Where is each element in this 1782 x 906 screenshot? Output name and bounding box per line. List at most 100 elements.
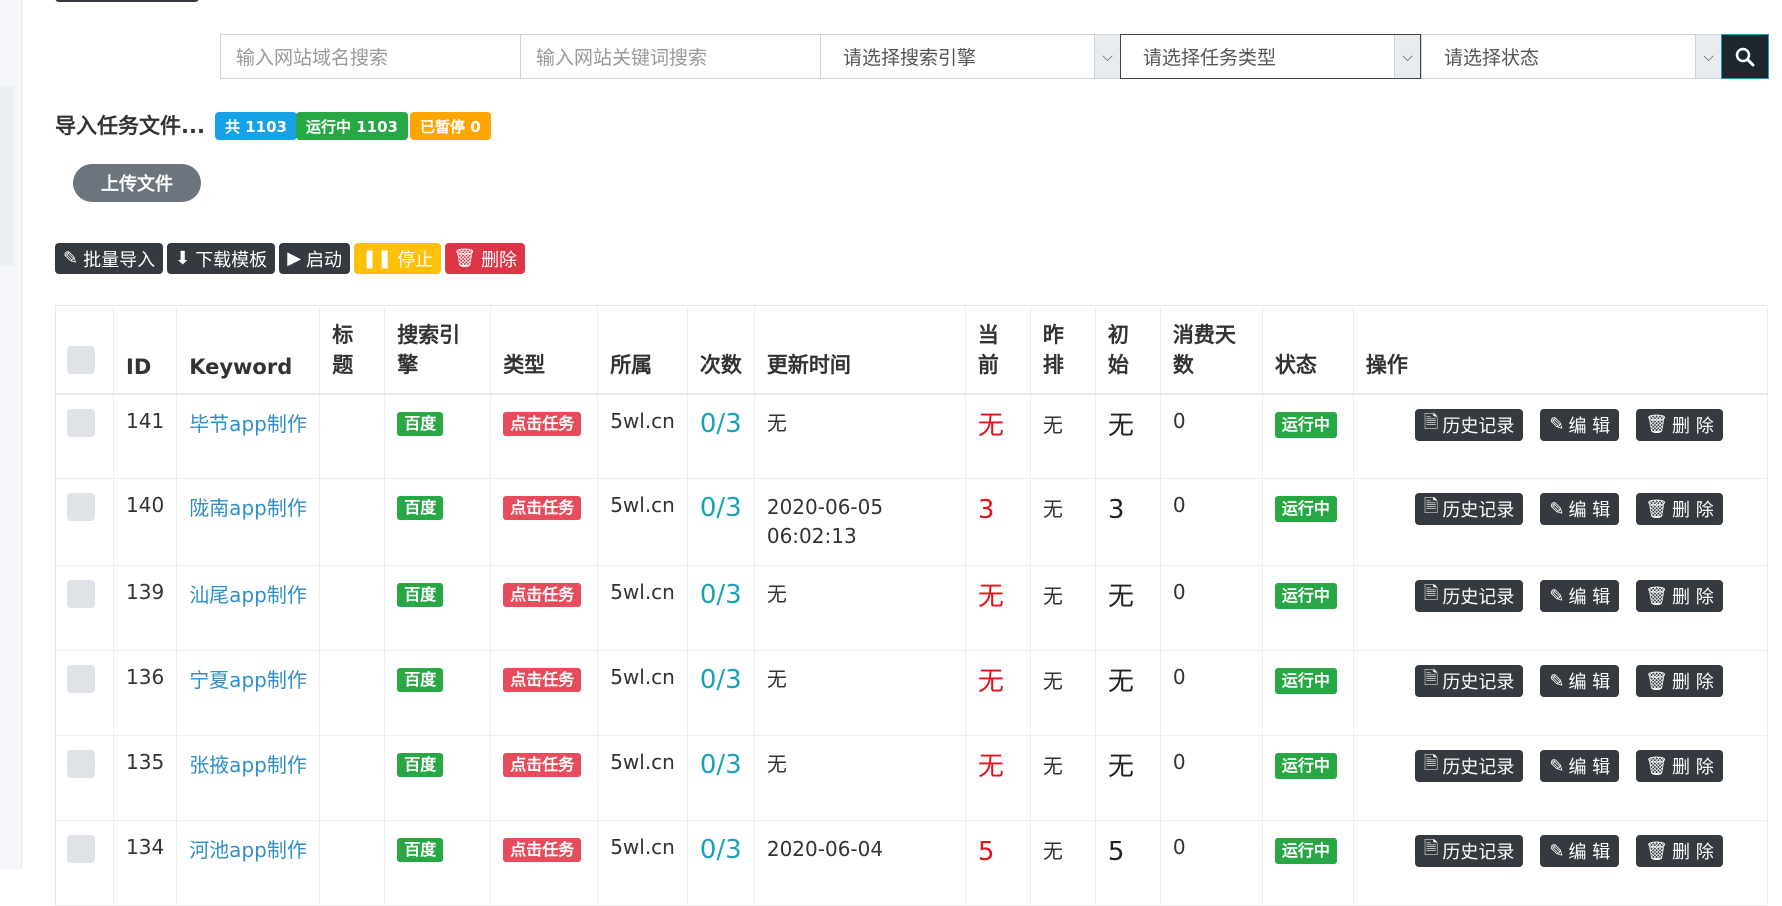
history-button[interactable]: 🗎 历史记录 (1414, 665, 1524, 697)
row-keyword-link[interactable]: 河池app制作 (189, 838, 307, 862)
top-button[interactable] (55, 0, 199, 2)
status-select[interactable]: 请选择状态 ⌵ (1421, 34, 1721, 79)
edit-button[interactable]: ✎ 编 辑 (1540, 493, 1620, 525)
row-updated-cell: 无 (754, 393, 966, 479)
row-updated: 无 (766, 582, 787, 606)
engine-select-value: 请选择搜索引擎 (843, 47, 977, 69)
edit-button[interactable]: ✎ 编 辑 (1540, 580, 1620, 612)
upload-button[interactable]: 上传文件 (73, 164, 201, 202)
row-id: 134 (113, 820, 178, 906)
row-status-cell: 运行中 (1262, 820, 1354, 906)
row-keyword-link[interactable]: 汕尾app制作 (189, 583, 307, 607)
trash-icon: 🗑 (1645, 840, 1669, 862)
row-delete-button[interactable]: 🗑 删 除 (1636, 750, 1723, 782)
sidebar (0, 0, 22, 869)
row-engine-cell: 百度 (384, 478, 492, 566)
start-button[interactable]: ▶ 启动 (279, 243, 351, 274)
row-count: 0/3 (699, 580, 742, 610)
row-engine-cell: 百度 (384, 393, 492, 479)
edit-button[interactable]: ✎ 编 辑 (1540, 665, 1620, 697)
file-icon: 🗎 (1423, 838, 1439, 859)
row-checkbox[interactable] (67, 408, 95, 437)
history-button[interactable]: 🗎 历史记录 (1414, 580, 1524, 612)
row-initial: 无 (1107, 667, 1134, 697)
row-actions: 🗎 历史记录 ✎ 编 辑 🗑 删 除 (1366, 835, 1755, 867)
row-delete-label: 删 除 (1672, 842, 1714, 863)
task-type-select-value: 请选择任务类型 (1143, 47, 1277, 69)
row-delete-button[interactable]: 🗑 删 除 (1636, 665, 1723, 697)
edit-icon: ✎ (1549, 670, 1565, 692)
engine-badge: 百度 (397, 411, 444, 436)
row-type-cell: 点击任务 (490, 565, 599, 651)
row-count-cell: 0/3 (687, 565, 755, 651)
row-keyword-link[interactable]: 毕节app制作 (189, 412, 307, 436)
history-label: 历史记录 (1442, 415, 1515, 437)
row-checkbox[interactable] (67, 580, 95, 608)
row-id: 136 (113, 650, 178, 736)
history-button[interactable]: 🗎 历史记录 (1414, 408, 1524, 441)
download-icon: ⬇ (175, 248, 191, 269)
type-badge: 点击任务 (503, 838, 582, 862)
row-initial-cell: 无 (1095, 735, 1161, 821)
delete-button[interactable]: 🗑 删除 (445, 243, 526, 274)
engine-select[interactable]: 请选择搜索引擎 ⌵ (820, 34, 1120, 79)
edit-button[interactable]: ✎ 编 辑 (1540, 408, 1620, 441)
row-yesterday: 无 (1030, 820, 1096, 906)
row-engine-cell: 百度 (384, 650, 492, 736)
row-count-cell: 0/3 (687, 393, 755, 479)
history-label: 历史记录 (1442, 672, 1515, 693)
download-template-button[interactable]: ⬇ 下载模板 (167, 243, 276, 274)
keyword-search-input[interactable]: 输入网站关键词搜索 (520, 34, 820, 79)
status-badge: 运行中 (1274, 411, 1337, 438)
domain-search-input[interactable]: 输入网站域名搜索 (220, 34, 520, 79)
status-badge: 运行中 (1274, 668, 1337, 694)
row-id: 135 (113, 735, 178, 821)
edit-icon: ✎ (1549, 414, 1565, 435)
select-all-checkbox[interactable] (67, 345, 95, 374)
row-title (319, 565, 386, 651)
row-delete-button[interactable]: 🗑 删 除 (1636, 835, 1723, 867)
row-days: 0 (1160, 820, 1263, 906)
row-checkbox[interactable] (67, 493, 95, 521)
row-updated-cell: 2020-06-04 (754, 820, 966, 906)
history-button[interactable]: 🗎 历史记录 (1414, 493, 1524, 525)
edit-button[interactable]: ✎ 编 辑 (1540, 835, 1620, 867)
edit-button[interactable]: ✎ 编 辑 (1540, 750, 1620, 782)
status-select-value: 请选择状态 (1444, 47, 1540, 69)
history-button[interactable]: 🗎 历史记录 (1414, 750, 1524, 782)
row-yesterday: 无 (1030, 650, 1096, 736)
row-engine-cell: 百度 (384, 565, 492, 651)
row-initial-cell: 3 (1095, 478, 1161, 566)
row-current-cell: 无 (965, 393, 1031, 479)
history-label: 历史记录 (1442, 757, 1515, 778)
row-delete-label: 删 除 (1672, 757, 1714, 778)
row-type-cell: 点击任务 (490, 393, 599, 479)
row-keyword-link[interactable]: 张掖app制作 (189, 753, 307, 777)
row-delete-button[interactable]: 🗑 删 除 (1636, 408, 1723, 441)
row-keyword-cell: 河池app制作 (176, 820, 321, 906)
task-type-select[interactable]: 请选择任务类型 ⌵ (1120, 34, 1421, 79)
row-title (319, 478, 386, 566)
row-delete-button[interactable]: 🗑 删 除 (1636, 493, 1723, 525)
row-current-cell: 无 (965, 650, 1031, 736)
row-status-cell: 运行中 (1262, 565, 1354, 651)
edit-icon: ✎ (63, 248, 79, 269)
history-button[interactable]: 🗎 历史记录 (1414, 835, 1524, 867)
row-actions-cell: 🗎 历史记录 ✎ 编 辑 🗑 删 除 (1353, 820, 1769, 906)
batch-import-label: 批量导入 (83, 249, 156, 271)
row-keyword-link[interactable]: 宁夏app制作 (189, 668, 307, 692)
row-checkbox[interactable] (67, 835, 95, 863)
row-current: 无 (977, 752, 1004, 782)
row-checkbox[interactable] (67, 750, 95, 778)
row-keyword-link[interactable]: 陇南app制作 (189, 496, 307, 520)
row-actions: 🗎 历史记录 ✎ 编 辑 🗑 删 除 (1366, 750, 1755, 782)
row-checkbox[interactable] (67, 665, 95, 693)
row-delete-label: 删 除 (1672, 500, 1714, 521)
search-button[interactable] (1721, 34, 1769, 79)
row-status-cell: 运行中 (1262, 650, 1354, 736)
row-delete-button[interactable]: 🗑 删 除 (1636, 580, 1723, 612)
edit-label: 编 辑 (1568, 415, 1611, 437)
stop-button[interactable]: ❚❚ 停止 (354, 243, 442, 274)
row-updated: 无 (766, 667, 787, 691)
batch-import-button[interactable]: ✎ 批量导入 (55, 243, 164, 274)
